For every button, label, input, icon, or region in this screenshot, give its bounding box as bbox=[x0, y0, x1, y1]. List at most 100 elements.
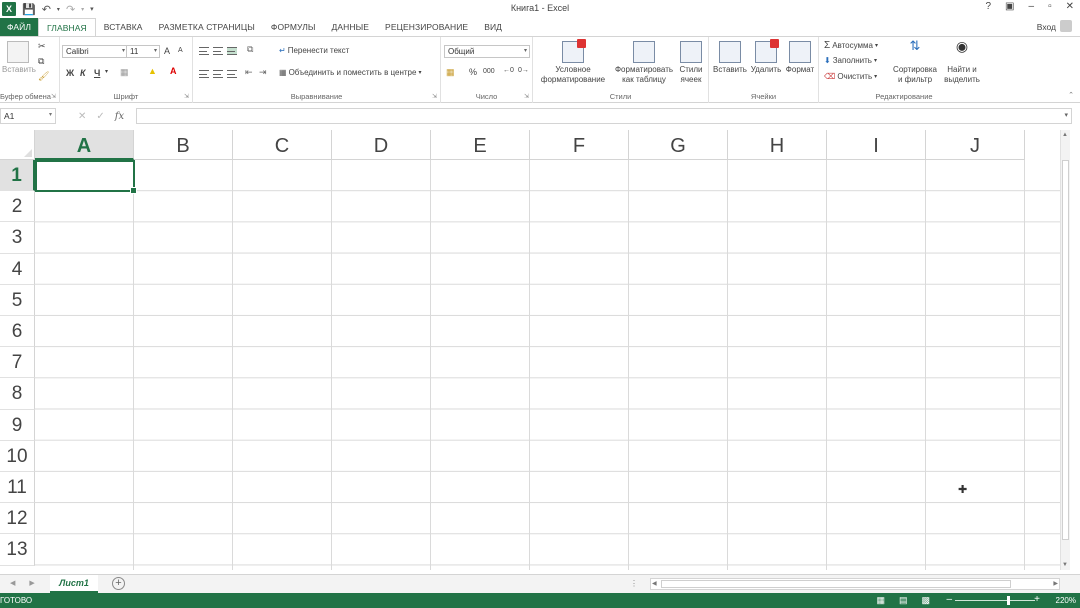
grow-font-icon[interactable]: A bbox=[164, 46, 170, 56]
column-header-i[interactable]: I bbox=[827, 130, 926, 160]
scroll-left-icon[interactable]: ◀ bbox=[652, 580, 657, 587]
column-header-h[interactable]: H bbox=[728, 130, 827, 160]
align-middle-icon[interactable] bbox=[213, 47, 223, 55]
select-all-button[interactable] bbox=[0, 130, 35, 160]
bold-button[interactable]: Ж bbox=[66, 68, 74, 78]
zoom-out-icon[interactable]: – bbox=[946, 594, 952, 605]
tab-data[interactable]: ДАННЫЕ bbox=[324, 18, 378, 36]
enter-icon[interactable]: ✓ bbox=[96, 111, 104, 122]
decrease-decimal-icon[interactable]: 0→ bbox=[518, 67, 529, 74]
row-header-1[interactable]: 1 bbox=[0, 160, 35, 192]
tab-file[interactable]: ФАЙЛ bbox=[0, 18, 39, 36]
dialog-launcher-icon[interactable]: ⇲ bbox=[51, 93, 56, 100]
merge-center-button[interactable]: ▦ Объединить и поместить в центре ▾ bbox=[279, 68, 421, 77]
find-select-button[interactable]: ◉ Найти и выделить bbox=[939, 39, 985, 85]
wrap-text-button[interactable]: ↵ Перенести текст bbox=[279, 46, 349, 55]
paste-button[interactable]: Вставить bbox=[2, 41, 36, 75]
cut-icon[interactable]: ✂ bbox=[38, 41, 46, 52]
align-top-icon[interactable] bbox=[199, 47, 209, 55]
column-header-g[interactable]: G bbox=[629, 130, 728, 160]
tab-splitter-icon[interactable]: ⋮ bbox=[630, 579, 638, 588]
vertical-scroll-thumb[interactable] bbox=[1062, 160, 1069, 540]
tab-page-layout[interactable]: РАЗМЕТКА СТРАНИЦЫ bbox=[151, 18, 263, 36]
fill-button[interactable]: ⬇ Заполнить ▾ bbox=[824, 56, 877, 65]
conditional-formatting-button[interactable]: Условное форматирование bbox=[533, 39, 613, 85]
align-bottom-icon[interactable] bbox=[227, 47, 237, 55]
zoom-level[interactable]: 220% bbox=[1056, 596, 1076, 605]
align-center-icon[interactable] bbox=[213, 70, 223, 78]
format-as-table-button[interactable]: Форматировать как таблицу bbox=[611, 41, 677, 85]
insert-cells-button[interactable]: Вставить bbox=[711, 41, 749, 75]
tab-home[interactable]: ГЛАВНАЯ bbox=[38, 18, 96, 36]
normal-view-icon[interactable]: ▦ bbox=[876, 595, 885, 606]
dialog-launcher-icon[interactable]: ⇲ bbox=[184, 93, 189, 100]
accounting-format-icon[interactable]: ▦ bbox=[446, 67, 455, 78]
format-painter-icon[interactable]: 🖌 bbox=[38, 71, 49, 82]
help-icon[interactable]: ? bbox=[985, 1, 991, 12]
collapse-ribbon-icon[interactable]: ⌃ bbox=[1068, 91, 1074, 99]
align-right-icon[interactable] bbox=[227, 70, 237, 78]
delete-cells-button[interactable]: Удалить bbox=[747, 39, 785, 75]
clear-dropdown-icon[interactable]: ▾ bbox=[874, 73, 877, 80]
italic-button[interactable]: К bbox=[80, 68, 86, 78]
name-box[interactable]: A1 ▾ bbox=[0, 108, 56, 124]
tab-review[interactable]: РЕЦЕНЗИРОВАНИЕ bbox=[377, 18, 476, 36]
row-header-6[interactable]: 6 bbox=[0, 316, 35, 348]
underline-button[interactable]: Ч bbox=[94, 68, 100, 78]
scroll-right-icon[interactable]: ▶ bbox=[1053, 580, 1058, 587]
cell-area[interactable] bbox=[35, 160, 1060, 570]
column-header-f[interactable]: F bbox=[530, 130, 629, 160]
restore-icon[interactable]: ▫ bbox=[1048, 1, 1052, 12]
minimize-icon[interactable]: – bbox=[1029, 1, 1035, 12]
close-icon[interactable]: ✕ bbox=[1066, 1, 1074, 12]
row-header-2[interactable]: 2 bbox=[0, 191, 35, 223]
shrink-font-icon[interactable]: A bbox=[178, 47, 183, 54]
font-size-select[interactable]: 11 ▾ bbox=[126, 45, 160, 58]
page-layout-view-icon[interactable]: ▤ bbox=[899, 595, 908, 606]
add-sheet-button[interactable]: + bbox=[112, 577, 125, 590]
horizontal-scroll-thumb[interactable] bbox=[661, 580, 1011, 588]
cancel-icon[interactable]: ✕ bbox=[78, 111, 86, 122]
row-header-12[interactable]: 12 bbox=[0, 503, 35, 535]
horizontal-scrollbar[interactable]: ◀ ▶ bbox=[650, 578, 1060, 590]
column-header-a[interactable]: A bbox=[35, 130, 134, 160]
font-name-select[interactable]: Calibri ▾ bbox=[62, 45, 128, 58]
cell-styles-button[interactable]: Стили ячеек bbox=[675, 41, 707, 85]
increase-indent-icon[interactable]: ⇥ bbox=[259, 67, 267, 78]
zoom-slider-knob[interactable] bbox=[1007, 596, 1010, 605]
zoom-in-icon[interactable]: + bbox=[1034, 594, 1040, 605]
increase-decimal-icon[interactable]: ←0 bbox=[503, 67, 514, 74]
number-format-select[interactable]: Общий ▾ bbox=[444, 45, 530, 58]
active-cell-a1[interactable] bbox=[35, 160, 137, 194]
scroll-down-icon[interactable]: ▼ bbox=[1062, 562, 1068, 568]
column-header-d[interactable]: D bbox=[332, 130, 431, 160]
clear-button[interactable]: ⌫ Очистить ▾ bbox=[824, 72, 877, 81]
row-header-4[interactable]: 4 bbox=[0, 253, 35, 285]
comma-style-button[interactable]: 000 bbox=[483, 68, 495, 75]
account-icon[interactable] bbox=[1060, 20, 1072, 32]
row-header-10[interactable]: 10 bbox=[0, 440, 35, 472]
next-sheet-icon[interactable]: ▶ bbox=[29, 579, 34, 587]
scroll-up-icon[interactable]: ▲ bbox=[1062, 132, 1068, 138]
row-header-7[interactable]: 7 bbox=[0, 347, 35, 379]
row-header-5[interactable]: 5 bbox=[0, 284, 35, 316]
autosum-button[interactable]: Σ Автосумма ▾ bbox=[824, 40, 878, 51]
page-break-view-icon[interactable]: ▩ bbox=[921, 595, 930, 606]
column-header-b[interactable]: B bbox=[134, 130, 233, 160]
row-header-8[interactable]: 8 bbox=[0, 378, 35, 410]
merge-dropdown-icon[interactable]: ▾ bbox=[418, 69, 421, 76]
copy-icon[interactable]: ⧉ bbox=[38, 56, 44, 67]
column-header-e[interactable]: E bbox=[431, 130, 530, 160]
tab-view[interactable]: ВИД bbox=[476, 18, 510, 36]
dialog-launcher-icon[interactable]: ⇲ bbox=[432, 93, 437, 100]
column-header-j[interactable]: J bbox=[926, 130, 1025, 160]
sign-in-link[interactable]: Вход bbox=[1037, 22, 1056, 32]
autosum-dropdown-icon[interactable]: ▾ bbox=[875, 42, 878, 49]
font-color-icon[interactable]: A bbox=[170, 66, 177, 76]
sort-filter-button[interactable]: ⇅ Сортировка и фильтр bbox=[889, 39, 941, 85]
orientation-icon[interactable]: ⧉ bbox=[247, 44, 253, 55]
row-header-11[interactable]: 11 bbox=[0, 472, 35, 504]
ribbon-display-icon[interactable]: ▣ bbox=[1005, 1, 1014, 12]
row-header-9[interactable]: 9 bbox=[0, 409, 35, 441]
formula-input[interactable]: ▾ bbox=[136, 108, 1072, 124]
